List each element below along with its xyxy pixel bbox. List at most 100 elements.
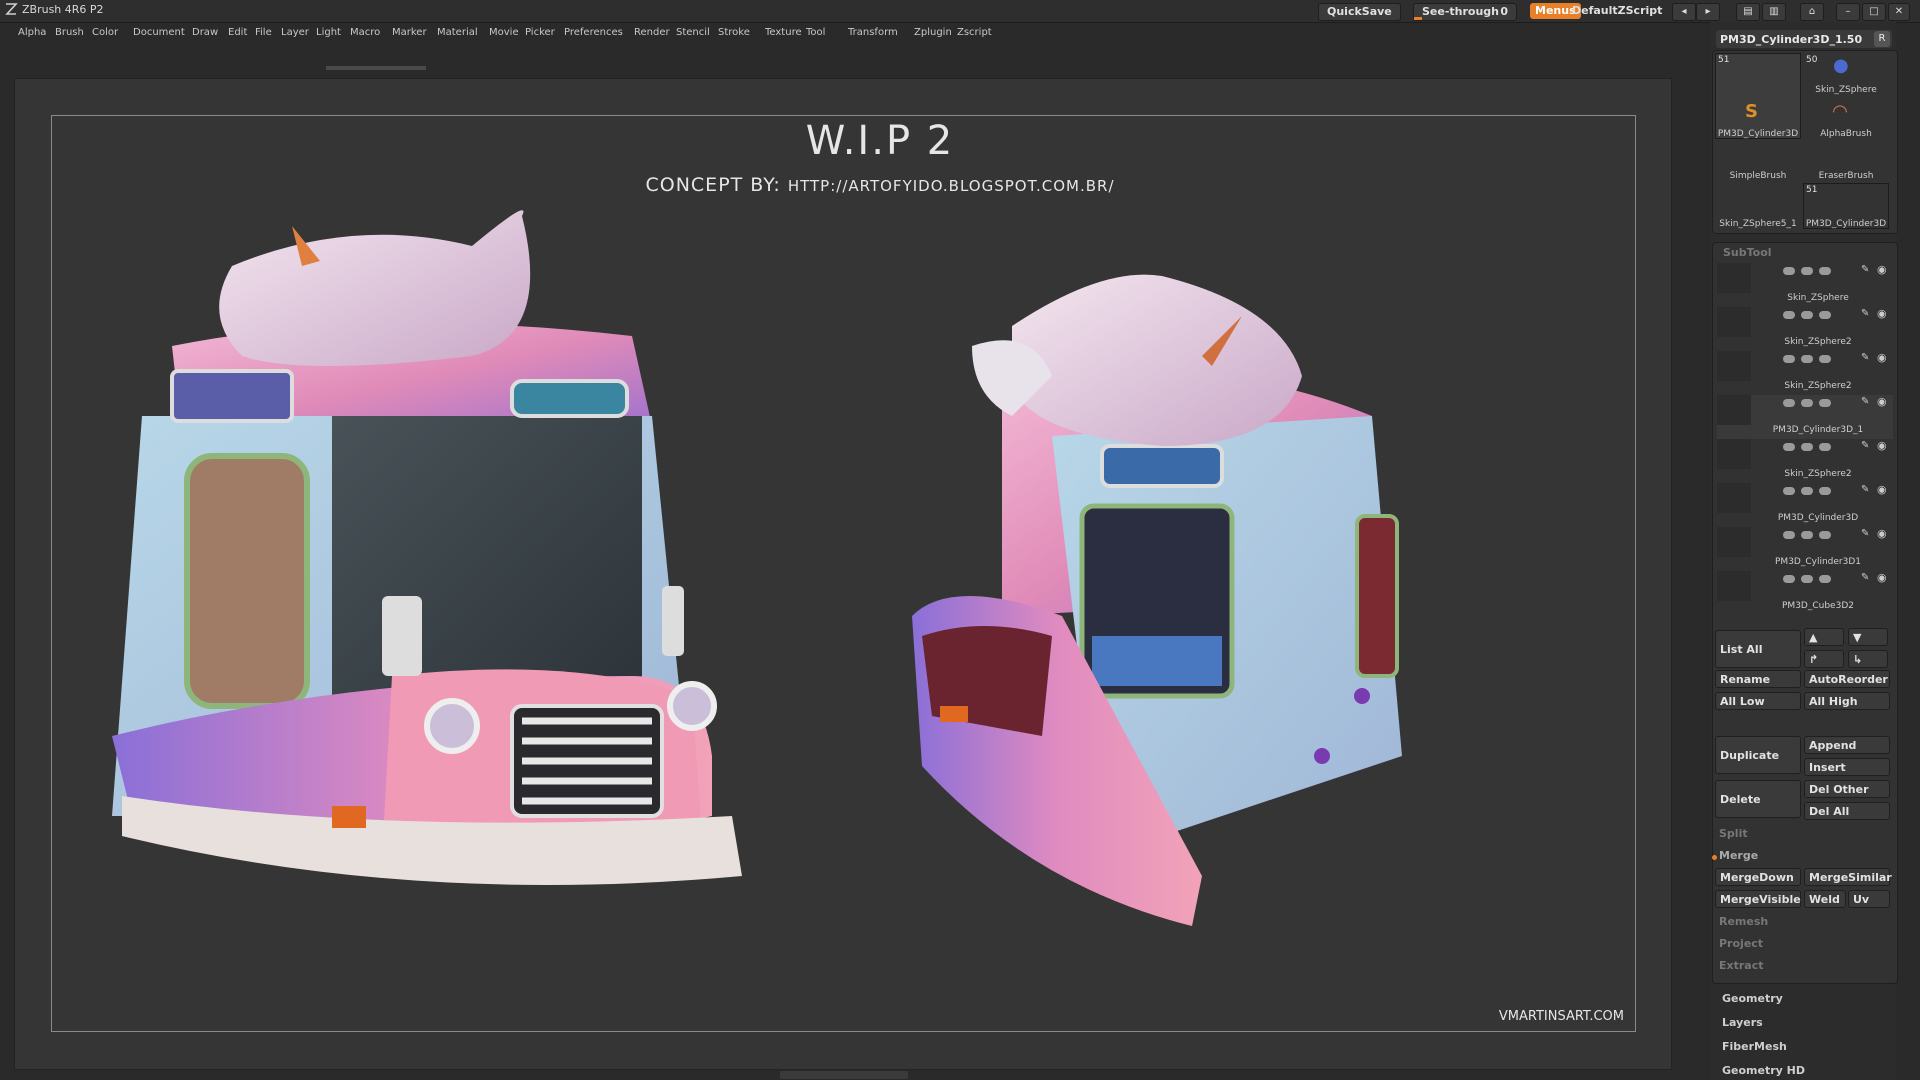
- section-geometry-hd[interactable]: Geometry HD: [1722, 1064, 1805, 1077]
- minimize-icon[interactable]: –: [1836, 3, 1860, 21]
- merge-section[interactable]: Merge: [1715, 847, 1885, 865]
- brush-icon[interactable]: ✎: [1861, 528, 1869, 539]
- menu-file[interactable]: File: [255, 27, 272, 38]
- menu-preferences[interactable]: Preferences: [564, 27, 623, 38]
- tool-r-button[interactable]: R: [1874, 31, 1890, 47]
- menu-marker[interactable]: Marker: [392, 27, 427, 38]
- subtool-item[interactable]: ✎ ◉ PM3D_Cylinder3D: [1717, 483, 1893, 527]
- polypaint-toggle-icon[interactable]: [1801, 575, 1813, 583]
- del-other-button[interactable]: Del Other: [1804, 780, 1890, 798]
- autoreorder-button[interactable]: AutoReorder: [1804, 670, 1890, 688]
- eye-icon[interactable]: ◉: [1877, 527, 1887, 540]
- menu-zplugin[interactable]: Zplugin: [914, 27, 952, 38]
- scroll-right-icon[interactable]: ▸: [1696, 3, 1720, 21]
- move-group-up-button[interactable]: ↱: [1804, 650, 1844, 668]
- close-icon[interactable]: ✕: [1888, 3, 1910, 21]
- remesh-section[interactable]: Remesh: [1715, 913, 1885, 931]
- subtool-title[interactable]: SubTool: [1723, 246, 1772, 259]
- subtool-item[interactable]: ✎ ◉ PM3D_Cube3D2: [1717, 571, 1893, 615]
- mask-toggle-icon[interactable]: [1819, 531, 1831, 539]
- lock-icon[interactable]: ⌂: [1800, 3, 1824, 21]
- move-down-button[interactable]: ▼: [1848, 628, 1888, 646]
- menu-stencil[interactable]: Stencil: [676, 27, 710, 38]
- subtool-item[interactable]: ✎ ◉ Skin_ZSphere2: [1717, 351, 1893, 395]
- subtool-item[interactable]: ✎ ◉ Skin_ZSphere: [1717, 263, 1893, 307]
- brush-icon[interactable]: ✎: [1861, 264, 1869, 275]
- mergedown-button[interactable]: MergeDown: [1715, 868, 1801, 886]
- list-all-button[interactable]: List All: [1715, 630, 1801, 668]
- menu-picker[interactable]: Picker: [525, 27, 555, 38]
- section-layers[interactable]: Layers: [1722, 1016, 1763, 1029]
- eye-icon[interactable]: ◉: [1877, 307, 1887, 320]
- default-zscript-button[interactable]: DefaultZScript: [1572, 4, 1662, 17]
- polypaint-toggle-icon[interactable]: [1801, 443, 1813, 451]
- eye-icon[interactable]: ◉: [1877, 263, 1887, 276]
- eye-icon[interactable]: ◉: [1877, 439, 1887, 452]
- menu-color[interactable]: Color: [92, 27, 118, 38]
- mask-toggle-icon[interactable]: [1819, 443, 1831, 451]
- project-section[interactable]: Project: [1715, 935, 1885, 953]
- insert-button[interactable]: Insert: [1804, 758, 1890, 776]
- eye-icon[interactable]: ◉: [1877, 395, 1887, 408]
- menu-render[interactable]: Render: [634, 27, 670, 38]
- delete-button[interactable]: Delete: [1715, 780, 1801, 818]
- move-up-button[interactable]: ▲: [1804, 628, 1844, 646]
- current-tool-header[interactable]: PM3D_Cylinder3D_1.50 R: [1716, 30, 1892, 48]
- menu-alpha[interactable]: Alpha: [18, 27, 46, 38]
- menu-layer[interactable]: Layer: [281, 27, 309, 38]
- visibility-toggle-icon[interactable]: [1783, 575, 1795, 583]
- section-geometry[interactable]: Geometry: [1722, 992, 1783, 1005]
- menu-draw[interactable]: Draw: [192, 27, 218, 38]
- bottom-shelf-handle[interactable]: [780, 1071, 908, 1079]
- quicksave-button[interactable]: QuickSave: [1318, 3, 1401, 21]
- eye-icon[interactable]: ◉: [1877, 571, 1887, 584]
- duplicate-button[interactable]: Duplicate: [1715, 736, 1801, 774]
- subtool-item[interactable]: ✎ ◉ PM3D_Cylinder3D_1: [1717, 395, 1893, 439]
- uv-button[interactable]: Uv: [1848, 890, 1890, 908]
- polypaint-toggle-icon[interactable]: [1801, 399, 1813, 407]
- visibility-toggle-icon[interactable]: [1783, 267, 1795, 275]
- visibility-toggle-icon[interactable]: [1783, 355, 1795, 363]
- move-group-down-button[interactable]: ↳: [1848, 650, 1888, 668]
- all-low-button[interactable]: All Low: [1715, 692, 1801, 710]
- mask-toggle-icon[interactable]: [1819, 399, 1831, 407]
- visibility-toggle-icon[interactable]: [1783, 487, 1795, 495]
- menu-material[interactable]: Material: [437, 27, 478, 38]
- brush-icon[interactable]: ✎: [1861, 352, 1869, 363]
- subtool-item[interactable]: ✎ ◉ Skin_ZSphere2: [1717, 439, 1893, 483]
- menu-edit[interactable]: Edit: [228, 27, 247, 38]
- menu-zscript[interactable]: Zscript: [957, 27, 992, 38]
- brush-icon[interactable]: ✎: [1861, 396, 1869, 407]
- visibility-toggle-icon[interactable]: [1783, 531, 1795, 539]
- brush-icon[interactable]: ✎: [1861, 440, 1869, 451]
- maximize-icon[interactable]: □: [1862, 3, 1886, 21]
- scroll-left-icon[interactable]: ◂: [1672, 3, 1696, 21]
- extract-section[interactable]: Extract: [1715, 957, 1885, 975]
- split-section[interactable]: Split: [1715, 825, 1885, 843]
- palette-icon[interactable]: ▥: [1762, 3, 1786, 21]
- subtool-item[interactable]: ✎ ◉ PM3D_Cylinder3D1: [1717, 527, 1893, 571]
- brush-icon[interactable]: ✎: [1861, 308, 1869, 319]
- mask-toggle-icon[interactable]: [1819, 575, 1831, 583]
- polypaint-toggle-icon[interactable]: [1801, 487, 1813, 495]
- visibility-toggle-icon[interactable]: [1783, 311, 1795, 319]
- brush-icon[interactable]: ✎: [1861, 572, 1869, 583]
- menu-stroke[interactable]: Stroke: [718, 27, 750, 38]
- polypaint-toggle-icon[interactable]: [1801, 355, 1813, 363]
- layout-icon[interactable]: ▤: [1736, 3, 1760, 21]
- brush-icon[interactable]: ✎: [1861, 484, 1869, 495]
- menu-brush[interactable]: Brush: [55, 27, 84, 38]
- all-high-button[interactable]: All High: [1804, 692, 1890, 710]
- menu-light[interactable]: Light: [316, 27, 341, 38]
- menu-macro[interactable]: Macro: [350, 27, 380, 38]
- mask-toggle-icon[interactable]: [1819, 311, 1831, 319]
- polypaint-toggle-icon[interactable]: [1801, 267, 1813, 275]
- subtool-item[interactable]: ✎ ◉ Skin_ZSphere2: [1717, 307, 1893, 351]
- eye-icon[interactable]: ◉: [1877, 351, 1887, 364]
- menu-transform[interactable]: Transform: [848, 27, 898, 38]
- weld-button[interactable]: Weld: [1804, 890, 1846, 908]
- menu-tool[interactable]: Tool: [806, 27, 825, 38]
- eye-icon[interactable]: ◉: [1877, 483, 1887, 496]
- visibility-toggle-icon[interactable]: [1783, 399, 1795, 407]
- append-button[interactable]: Append: [1804, 736, 1890, 754]
